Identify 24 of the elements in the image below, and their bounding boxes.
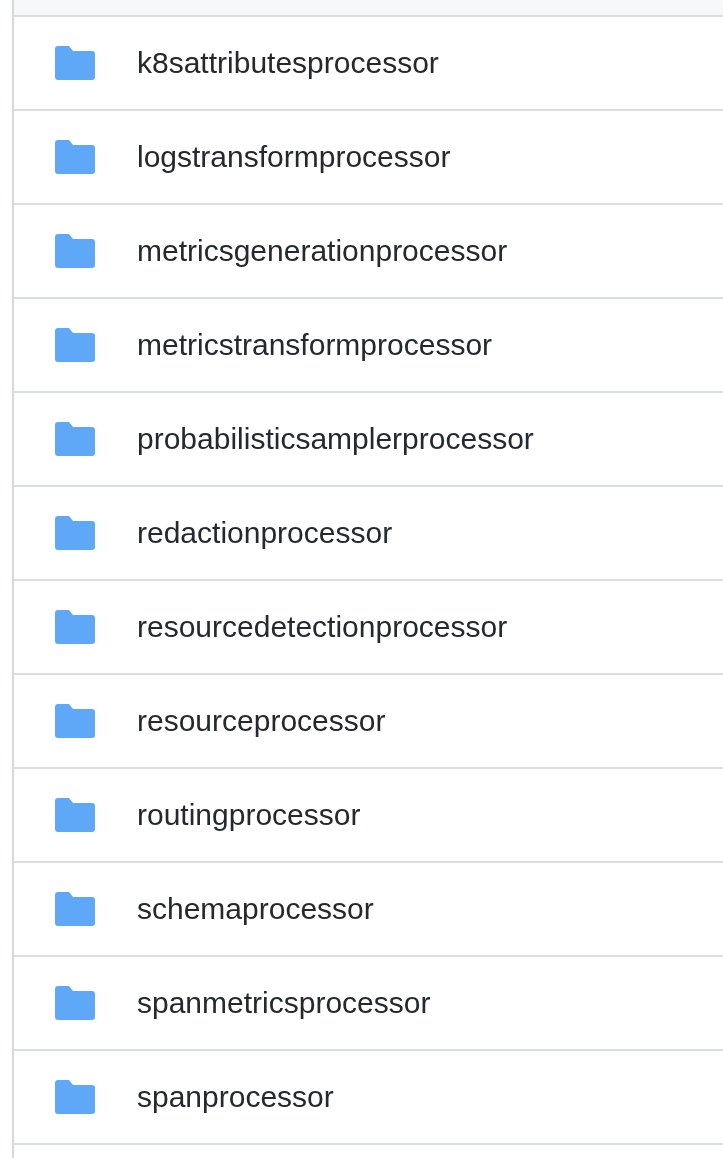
folder-name-link[interactable]: spanprocessor <box>137 1080 334 1114</box>
folder-name-link[interactable]: routingprocessor <box>137 798 361 832</box>
folder-icon <box>55 46 95 80</box>
folder-icon <box>55 422 95 456</box>
folder-icon <box>55 140 95 174</box>
folder-icon <box>55 986 95 1020</box>
folder-name-link[interactable]: k8sattributesprocessor <box>137 46 439 80</box>
folder-icon <box>55 1080 95 1114</box>
folder-name-link[interactable]: schemaprocessor <box>137 892 374 926</box>
folder-name-link[interactable]: resourcedetectionprocessor <box>137 610 508 644</box>
folder-icon <box>55 328 95 362</box>
folder-icon <box>55 610 95 644</box>
folder-icon <box>55 234 95 268</box>
folder-name-link[interactable]: spanmetricsprocessor <box>137 986 431 1020</box>
folder-name-link[interactable]: logstransformprocessor <box>137 140 451 174</box>
folder-name-link[interactable]: resourceprocessor <box>137 704 386 738</box>
folder-icon <box>55 892 95 926</box>
folder-name-link[interactable]: metricstransformprocessor <box>137 328 493 362</box>
folder-name-link[interactable]: probabilisticsamplerprocessor <box>137 422 534 456</box>
folder-icon <box>55 704 95 738</box>
folder-name-link[interactable]: redactionprocessor <box>137 516 393 550</box>
folder-icon <box>55 516 95 550</box>
folder-name-link[interactable]: metricsgenerationprocessor <box>137 234 508 268</box>
folder-icon <box>55 798 95 832</box>
